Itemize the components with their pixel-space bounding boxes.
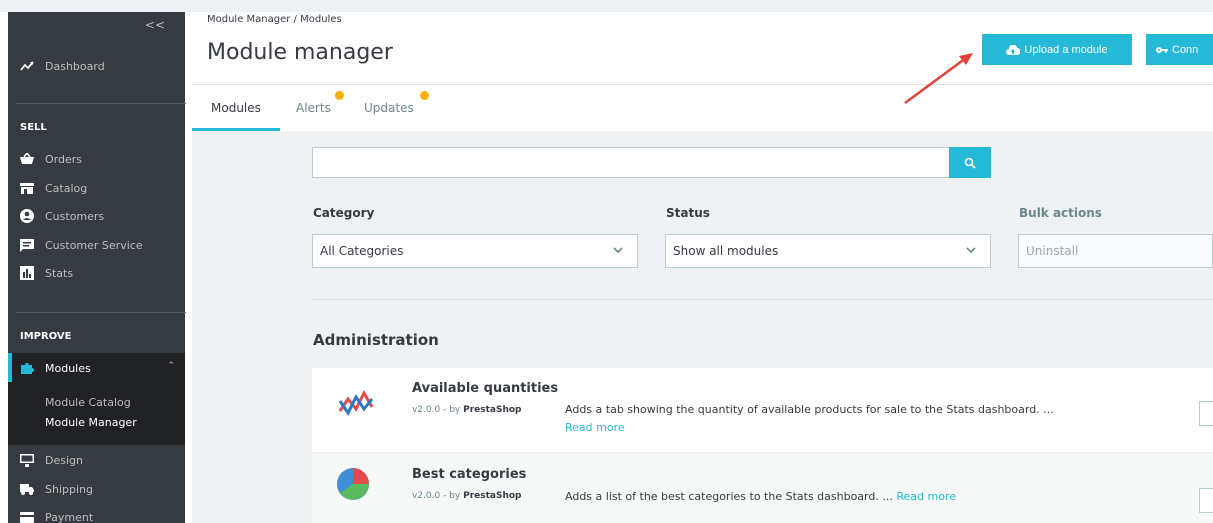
basket-icon [20, 152, 34, 166]
module-action-button[interactable] [1199, 401, 1213, 426]
sidebar-item-label: Customers [45, 209, 105, 223]
section-title: Administration [313, 331, 439, 349]
tab-modules[interactable]: Modules [211, 101, 261, 115]
sidebar-heading-sell: SELL [20, 122, 47, 133]
search-icon [964, 157, 976, 169]
module-card: Best categories v2.0.0 - by PrestaShop A… [312, 453, 1213, 523]
sidebar-item-label: Design [45, 453, 83, 467]
sidebar-divider [16, 103, 186, 104]
status-select-value: Show all modules [673, 244, 779, 258]
category-label: Category [313, 206, 375, 220]
pie-chart-icon [336, 467, 370, 505]
sidebar-subitem-module-catalog[interactable]: Module Catalog [45, 396, 131, 409]
category-select-value: All Categories [320, 244, 404, 258]
chat-icon [20, 238, 34, 252]
account-circle-icon [20, 209, 34, 223]
filters-divider [312, 299, 1213, 300]
key-icon [1156, 46, 1168, 54]
sidebar-item-label: Modules [45, 361, 91, 375]
page-header [192, 12, 1213, 131]
puzzle-icon [20, 361, 34, 375]
connect-label: Conn [1172, 43, 1199, 56]
sidebar-item-design[interactable]: Design [8, 449, 185, 471]
sidebar-item-orders[interactable]: Orders [8, 148, 185, 170]
chevron-down-icon [966, 244, 976, 257]
credit-card-icon [20, 510, 34, 523]
updates-count-badge [420, 91, 429, 100]
sidebar-item-label: Catalog [45, 181, 88, 195]
description-text: Adds a list of the best categories to th… [565, 490, 893, 503]
chevron-down-icon [613, 244, 623, 257]
monitor-icon [20, 453, 34, 467]
module-author: PrestaShop [463, 491, 522, 501]
module-name[interactable]: Available quantities [412, 381, 558, 396]
upload-module-button[interactable]: Upload a module [982, 34, 1132, 65]
store-icon [20, 181, 34, 195]
truck-icon [20, 482, 34, 496]
alerts-count-badge [335, 91, 344, 100]
module-version: v2.0.0 - by PrestaShop [412, 405, 522, 415]
module-version: v2.0.0 - by PrestaShop [412, 491, 522, 501]
category-select[interactable]: All Categories [312, 234, 638, 268]
trending-up-icon [20, 59, 34, 73]
version-text: v2.0.0 - by [412, 491, 461, 501]
breadcrumb[interactable]: Module Manager / Modules [207, 14, 342, 25]
bulk-actions-label: Bulk actions [1019, 206, 1102, 220]
sidebar-item-modules[interactable]: Modules ⌃ [8, 357, 185, 379]
sidebar-item-customers[interactable]: Customers [8, 205, 185, 227]
sidebar-item-label: Payment [45, 510, 94, 523]
module-name[interactable]: Best categories [412, 467, 526, 482]
module-action-button[interactable] [1199, 488, 1213, 513]
sidebar-item-payment[interactable]: Payment [8, 506, 185, 523]
top-strip [0, 0, 1213, 12]
sidebar-item-dashboard[interactable]: Dashboard [8, 55, 185, 77]
version-text: v2.0.0 - by [412, 405, 461, 415]
module-description: Adds a list of the best categories to th… [565, 490, 956, 503]
search-button[interactable] [949, 147, 991, 178]
sidebar-item-label: Orders [45, 152, 82, 166]
cloud-upload-icon [1006, 44, 1021, 55]
sidebar: << Dashboard SELL Orders Catalog Custome… [8, 12, 186, 523]
tab-updates[interactable]: Updates [364, 101, 414, 115]
sidebar-item-label: Customer Service [45, 238, 143, 252]
page-title: Module manager [207, 40, 393, 65]
sidebar-item-shipping[interactable]: Shipping [8, 478, 185, 500]
connect-button[interactable]: Conn [1146, 34, 1213, 65]
quantities-chart-icon [338, 387, 374, 421]
bar-chart-icon [20, 266, 34, 280]
sidebar-item-stats[interactable]: Stats [8, 262, 185, 284]
upload-module-label: Upload a module [1024, 43, 1108, 56]
bulk-actions-value: Uninstall [1026, 244, 1079, 258]
module-card: Available quantities v2.0.0 - by PrestaS… [312, 368, 1213, 452]
tab-alerts[interactable]: Alerts [296, 101, 331, 115]
header-divider [192, 84, 1213, 85]
chevron-up-icon: ⌃ [167, 361, 175, 371]
sidebar-subitem-module-manager[interactable]: Module Manager [45, 416, 137, 429]
sidebar-item-label: Shipping [45, 482, 93, 496]
status-label: Status [666, 206, 710, 220]
bulk-actions-select[interactable]: Uninstall [1018, 234, 1213, 268]
sidebar-item-customer-service[interactable]: Customer Service [8, 234, 185, 256]
read-more-link[interactable]: Read more [896, 490, 956, 503]
sidebar-item-catalog[interactable]: Catalog [8, 177, 185, 199]
read-more-link[interactable]: Read more [565, 421, 625, 434]
sidebar-heading-improve: IMPROVE [20, 331, 72, 342]
app-window: << Dashboard SELL Orders Catalog Custome… [0, 0, 1213, 523]
page-gutter [0, 12, 8, 523]
collapse-sidebar-button[interactable]: << [145, 18, 165, 32]
status-select[interactable]: Show all modules [665, 234, 991, 268]
sidebar-item-label: Stats [45, 266, 74, 280]
sidebar-divider [16, 312, 186, 313]
sidebar-item-label: Dashboard [45, 59, 105, 73]
module-description: Adds a tab showing the quantity of avail… [565, 403, 1054, 416]
module-search-input[interactable] [312, 147, 950, 178]
module-author: PrestaShop [463, 405, 522, 415]
